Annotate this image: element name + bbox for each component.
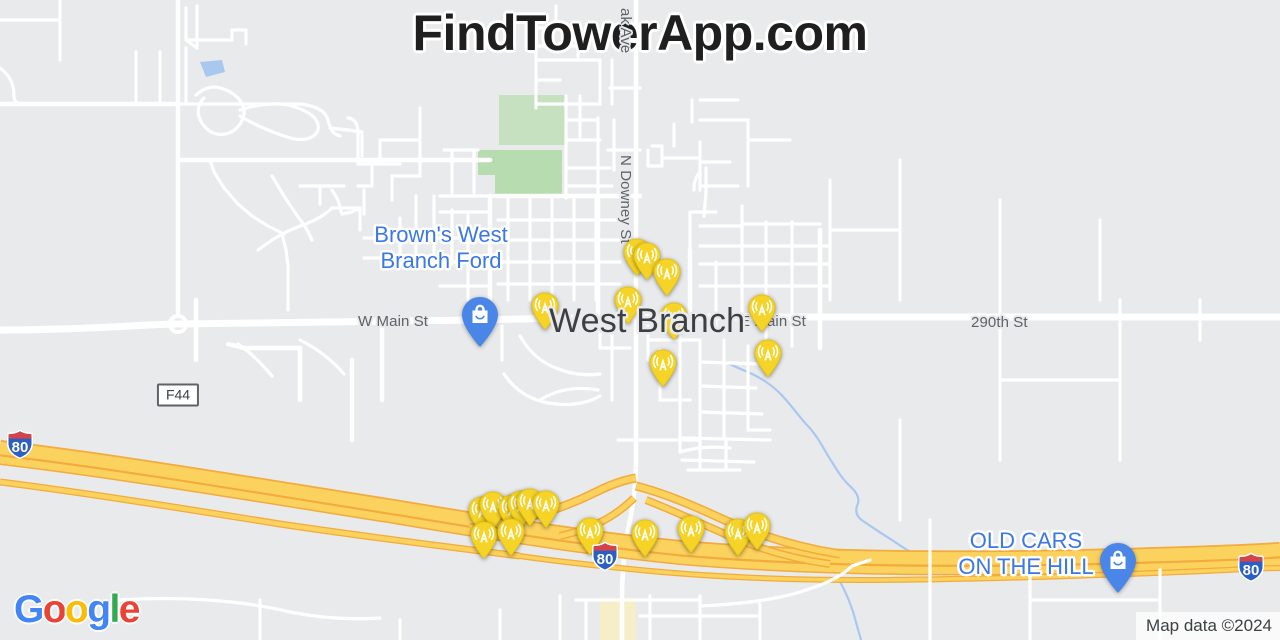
tower-marker-3[interactable] xyxy=(652,258,682,296)
shield-i80-center[interactable]: 80 xyxy=(589,540,621,572)
marker-old-cars-on-the-hill[interactable] xyxy=(1098,542,1138,594)
tower-marker-17[interactable] xyxy=(496,518,526,556)
google-logo-letter-2: o xyxy=(64,588,89,631)
google-logo-letter-4: l xyxy=(109,588,120,631)
map-data-attribution[interactable]: Map data ©2024 xyxy=(1136,612,1280,640)
google-logo-letter-0: G xyxy=(14,588,44,631)
google-logo-letter-5: e xyxy=(118,588,141,631)
shield-i80-west-number: 80 xyxy=(11,439,29,456)
tower-marker-9[interactable] xyxy=(753,339,783,377)
tower-marker-8[interactable] xyxy=(747,294,777,332)
shield-i80-center-number: 80 xyxy=(596,551,614,568)
marker-browns-west-branch-ford[interactable] xyxy=(460,296,500,348)
google-logo[interactable]: Google xyxy=(14,588,141,632)
map-canvas[interactable]: .rd { stroke:#ffffff; fill:none; stroke-… xyxy=(0,0,1280,640)
shield-f44[interactable]: F44 xyxy=(156,383,200,407)
shield-i80-west[interactable]: 80 xyxy=(4,428,36,460)
tower-marker-15[interactable] xyxy=(531,490,561,528)
shield-i80-east[interactable]: 80 xyxy=(1235,551,1267,583)
tower-marker-7[interactable] xyxy=(648,349,678,387)
tower-marker-5[interactable] xyxy=(659,302,689,340)
tower-marker-19[interactable] xyxy=(630,519,660,557)
tower-marker-20[interactable] xyxy=(676,515,706,553)
tower-marker-22[interactable] xyxy=(742,512,772,550)
google-logo-letter-3: g xyxy=(87,588,111,631)
shield-i80-east-number: 80 xyxy=(1242,562,1260,579)
tower-marker-4[interactable] xyxy=(613,286,643,324)
google-logo-letter-1: o xyxy=(42,588,67,631)
tower-marker-6[interactable] xyxy=(530,292,560,330)
tower-marker-16[interactable] xyxy=(469,521,499,559)
